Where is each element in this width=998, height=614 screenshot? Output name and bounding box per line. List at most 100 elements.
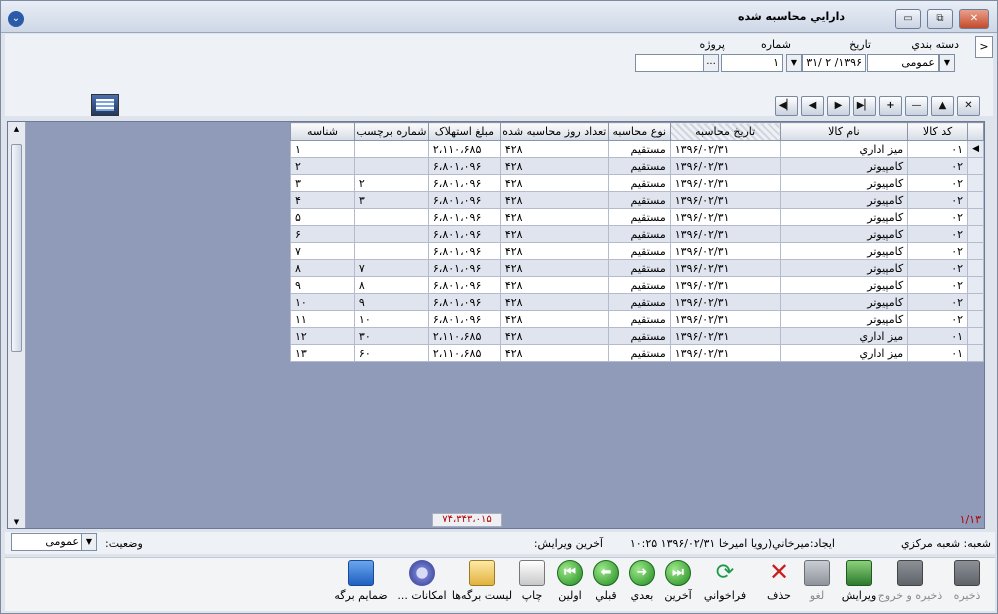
cell-calc-date[interactable]: ۱۳۹۶/۰۲/۳۱: [669, 157, 781, 175]
row-selector[interactable]: [967, 225, 984, 243]
row-selector[interactable]: [967, 327, 984, 345]
table-row[interactable]: ۰۲ کامپيوتر ۱۳۹۶/۰۲/۳۱ مستقيم ۴۲۸ ۶،۸۰۱،۰۹۶ ۳ ۴: [290, 191, 984, 209]
cell-calc-date[interactable]: ۱۳۹۶/۰۲/۳۱: [669, 225, 781, 243]
cell-calc-type[interactable]: مستقيم: [607, 276, 671, 294]
cell-days[interactable]: ۴۲۸: [499, 140, 609, 158]
date-dropdown-icon[interactable]: ▼: [786, 54, 802, 72]
row-selector[interactable]: [967, 157, 984, 175]
cell-name[interactable]: کامپيوتر: [779, 259, 909, 277]
cell-calc-type[interactable]: مستقيم: [607, 344, 671, 362]
options-button[interactable]: امکانات ...: [395, 560, 449, 608]
cell-id[interactable]: ۸: [290, 259, 355, 277]
cell-id[interactable]: ۱۱: [290, 310, 355, 328]
row-selector[interactable]: [967, 310, 984, 328]
save-button[interactable]: ذخيره: [947, 560, 987, 608]
cell-code[interactable]: ۰۱: [907, 327, 969, 345]
state-dropdown-icon[interactable]: ▼: [81, 533, 97, 551]
cell-calc-date[interactable]: ۱۳۹۶/۰۲/۳۱: [669, 344, 781, 362]
cell-code[interactable]: ۰۲: [907, 225, 969, 243]
scroll-up-icon[interactable]: ▲: [8, 122, 25, 136]
cell-name[interactable]: کامپيوتر: [779, 191, 909, 209]
cell-amount[interactable]: ۶،۸۰۱،۰۹۶: [427, 157, 501, 175]
cell-label-no[interactable]: [353, 225, 429, 243]
table-row[interactable]: ۰۲ کامپيوتر ۱۳۹۶/۰۲/۳۱ مستقيم ۴۲۸ ۶،۸۰۱،۰۹۶ ۵: [290, 208, 984, 226]
col-id[interactable]: شناسه: [290, 122, 355, 141]
cell-id[interactable]: ۱: [290, 140, 355, 158]
cell-days[interactable]: ۴۲۸: [499, 208, 609, 226]
cell-label-no[interactable]: ۲: [353, 174, 429, 192]
table-row[interactable]: ۰۲ کامپيوتر ۱۳۹۶/۰۲/۳۱ مستقيم ۴۲۸ ۶،۸۰۱،۰۹۶ ۶: [290, 225, 984, 243]
cell-label-no[interactable]: ۷: [353, 259, 429, 277]
cell-label-no[interactable]: ۸: [353, 276, 429, 294]
cell-label-no[interactable]: [353, 140, 429, 158]
cell-label-no[interactable]: [353, 208, 429, 226]
next-button[interactable]: ➜ بعدي: [625, 560, 659, 608]
cell-calc-type[interactable]: مستقيم: [607, 225, 671, 243]
cell-name[interactable]: ميز اداري: [779, 140, 909, 158]
col-code[interactable]: کد کالا: [907, 122, 969, 141]
cell-calc-date[interactable]: ۱۳۹۶/۰۲/۳۱: [669, 191, 781, 209]
cell-calc-type[interactable]: مستقيم: [607, 140, 671, 158]
nav-next-button[interactable]: ▶: [827, 96, 850, 116]
row-selector[interactable]: [967, 344, 984, 362]
row-selector[interactable]: [967, 259, 984, 277]
state-select[interactable]: عمومی: [11, 533, 83, 551]
cell-amount[interactable]: ۲،۱۱۰،۶۸۵: [427, 140, 501, 158]
cell-code[interactable]: ۰۱: [907, 140, 969, 158]
cell-amount[interactable]: ۶،۸۰۱،۰۹۶: [427, 276, 501, 294]
edit-button[interactable]: ويرايش: [839, 560, 879, 608]
cell-days[interactable]: ۴۲۸: [499, 310, 609, 328]
cell-amount[interactable]: ۶،۸۰۱،۰۹۶: [427, 293, 501, 311]
col-amount[interactable]: مبلغ استهلاک: [427, 122, 501, 141]
cell-label-no[interactable]: [353, 157, 429, 175]
col-calc-type[interactable]: نوع محاسبه: [607, 122, 671, 141]
cell-id[interactable]: ۱۳: [290, 344, 355, 362]
cell-id[interactable]: ۵: [290, 208, 355, 226]
collapse-arrow-icon[interactable]: >: [975, 36, 993, 58]
scroll-thumb[interactable]: [11, 144, 22, 352]
cell-amount[interactable]: ۶،۸۰۱،۰۹۶: [427, 174, 501, 192]
cell-amount[interactable]: ۶،۸۰۱،۰۹۶: [427, 191, 501, 209]
cell-calc-date[interactable]: ۱۳۹۶/۰۲/۳۱: [669, 276, 781, 294]
cell-code[interactable]: ۰۲: [907, 310, 969, 328]
cell-calc-date[interactable]: ۱۳۹۶/۰۲/۳۱: [669, 310, 781, 328]
cell-name[interactable]: کامپيوتر: [779, 310, 909, 328]
row-selector[interactable]: [967, 293, 984, 311]
close-button[interactable]: ✕: [959, 9, 989, 29]
cell-calc-type[interactable]: مستقيم: [607, 191, 671, 209]
cell-name[interactable]: کامپيوتر: [779, 242, 909, 260]
cell-days[interactable]: ۴۲۸: [499, 225, 609, 243]
cell-days[interactable]: ۴۲۸: [499, 293, 609, 311]
cell-calc-type[interactable]: مستقيم: [607, 259, 671, 277]
cell-calc-date[interactable]: ۱۳۹۶/۰۲/۳۱: [669, 293, 781, 311]
cell-amount[interactable]: ۲،۱۱۰،۶۸۵: [427, 327, 501, 345]
row-selector[interactable]: [967, 242, 984, 260]
cell-label-no[interactable]: ۶۰: [353, 344, 429, 362]
cell-code[interactable]: ۰۲: [907, 293, 969, 311]
nav-delete-button[interactable]: —: [905, 96, 928, 116]
vertical-scrollbar[interactable]: ▲ ▼: [8, 122, 26, 528]
table-row[interactable]: ◀ ۰۱ ميز اداري ۱۳۹۶/۰۲/۳۱ مستقيم ۴۲۸ ۲،۱۱۰،۶۸۵…: [290, 140, 984, 158]
cell-calc-type[interactable]: مستقيم: [607, 157, 671, 175]
cell-code[interactable]: ۰۲: [907, 259, 969, 277]
cell-label-no[interactable]: ۳۰: [353, 327, 429, 345]
cell-name[interactable]: کامپيوتر: [779, 276, 909, 294]
table-row[interactable]: ۰۲ کامپيوتر ۱۳۹۶/۰۲/۳۱ مستقيم ۴۲۸ ۶،۸۰۱،۰۹۶ ۲: [290, 157, 984, 175]
cell-name[interactable]: ميز اداري: [779, 344, 909, 362]
cell-label-no[interactable]: ۹: [353, 293, 429, 311]
cell-calc-date[interactable]: ۱۳۹۶/۰۲/۳۱: [669, 208, 781, 226]
cell-id[interactable]: ۲: [290, 157, 355, 175]
nav-cancel-button[interactable]: ✕: [957, 96, 980, 116]
cell-name[interactable]: کامپيوتر: [779, 208, 909, 226]
first-button[interactable]: ⏮ اولين: [553, 560, 587, 608]
cell-id[interactable]: ۳: [290, 174, 355, 192]
cell-name[interactable]: ميز اداري: [779, 327, 909, 345]
cell-label-no[interactable]: ۱۰: [353, 310, 429, 328]
cell-days[interactable]: ۴۲۸: [499, 259, 609, 277]
row-selector[interactable]: [967, 191, 984, 209]
project-field[interactable]: [635, 54, 705, 72]
cell-calc-type[interactable]: مستقيم: [607, 327, 671, 345]
table-row[interactable]: ۰۱ ميز اداري ۱۳۹۶/۰۲/۳۱ مستقيم ۴۲۸ ۲،۱۱۰،۶۸۵ ۶…: [290, 344, 984, 362]
table-row[interactable]: ۰۲ کامپيوتر ۱۳۹۶/۰۲/۳۱ مستقيم ۴۲۸ ۶،۸۰۱،۰۹۶ ۸ ۹: [290, 276, 984, 294]
nav-last-button[interactable]: ▶▏: [853, 96, 876, 116]
